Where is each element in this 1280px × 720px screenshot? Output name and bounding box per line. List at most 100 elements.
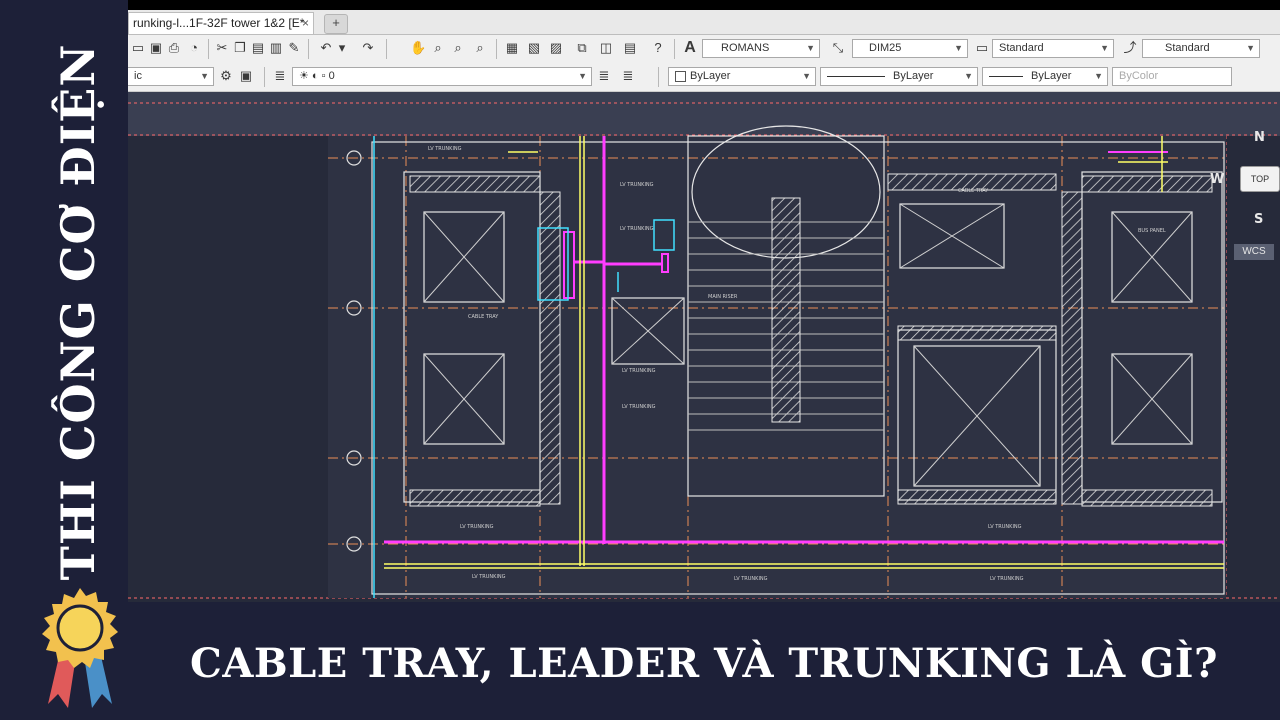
design-center-icon[interactable]: ▧ bbox=[526, 40, 542, 56]
ucs-menu-button[interactable]: WCS bbox=[1234, 244, 1274, 260]
channel-title: THI CÔNG CƠ ĐIỆN bbox=[51, 43, 105, 581]
toolbar-separator bbox=[658, 67, 659, 87]
plot-style-value: ByColor bbox=[1119, 70, 1159, 82]
print-icon[interactable]: ⎙ bbox=[166, 40, 182, 56]
standard-toolbar: ▭ ▣ ⎙ ◔ ✂ ❐ ▤ ▥ ✎ ↶ ▾ ↷ ✋ ⌕ ⌕ ⌕ ▦ ▧ ▨ ⧉ … bbox=[128, 35, 1280, 64]
svg-text:MAIN RISER: MAIN RISER bbox=[708, 294, 738, 300]
layer-select[interactable]: ☀ ◐ ▫ 0 ▼ bbox=[292, 67, 592, 86]
chevron-down-icon: ▼ bbox=[802, 71, 811, 81]
chevron-down-icon: ▼ bbox=[1100, 43, 1109, 53]
svg-text:LV TRUNKING: LV TRUNKING bbox=[990, 576, 1024, 582]
help-icon[interactable]: ? bbox=[650, 40, 666, 56]
markup-icon[interactable]: ◫ bbox=[598, 40, 614, 56]
lineweight-value: ByLayer bbox=[1031, 70, 1072, 82]
table-style-icon[interactable]: ▭ bbox=[974, 40, 990, 56]
undo-icon[interactable]: ↶ bbox=[318, 40, 334, 56]
chevron-down-icon: ▼ bbox=[954, 43, 963, 53]
toolbar-separator bbox=[386, 39, 387, 59]
dimension-style-select[interactable]: DIM25 ▼ bbox=[852, 39, 968, 58]
pan-icon[interactable]: ✋ bbox=[410, 40, 426, 56]
make-current-layer-icon[interactable]: ≣ bbox=[596, 68, 612, 84]
color-value: ByLayer bbox=[690, 70, 731, 82]
linetype-value: ByLayer bbox=[893, 70, 934, 82]
workspace-settings-icon[interactable]: ⚙ bbox=[218, 68, 234, 84]
viewcube-top-face[interactable]: TOP bbox=[1240, 166, 1280, 192]
svg-text:LV TRUNKING: LV TRUNKING bbox=[622, 404, 656, 410]
multileader-style-value: Standard bbox=[1165, 42, 1210, 54]
svg-text:BUS PANEL: BUS PANEL bbox=[1138, 228, 1166, 234]
calculator-icon[interactable]: ▤ bbox=[622, 40, 638, 56]
zoom-previous-icon[interactable]: ⌕ bbox=[472, 40, 488, 56]
layer-previous-icon[interactable]: ≣ bbox=[620, 68, 636, 84]
dimension-style-value: DIM25 bbox=[869, 42, 902, 54]
tool-palettes-icon[interactable]: ▨ bbox=[548, 40, 564, 56]
cad-window: runking-l...1F-32F tower 1&2 [E* × + ▭ ▣… bbox=[128, 0, 1280, 602]
plot-preview-icon[interactable]: ◔ bbox=[186, 40, 202, 56]
properties-icon[interactable]: ▦ bbox=[504, 40, 520, 56]
layer-state-icons: ☀ ◐ ▫ bbox=[299, 70, 329, 82]
svg-text:CABLE TRAY: CABLE TRAY bbox=[958, 188, 989, 194]
paste-special-icon[interactable]: ▥ bbox=[268, 40, 284, 56]
viewcube-west[interactable]: W bbox=[1210, 172, 1224, 187]
save-icon[interactable]: ▣ bbox=[148, 40, 164, 56]
workspace-select[interactable]: ic ▼ bbox=[128, 67, 214, 86]
dimension-style-icon[interactable]: ⤡ bbox=[830, 40, 846, 56]
table-style-select[interactable]: Standard ▼ bbox=[992, 39, 1114, 58]
chevron-down-icon: ▼ bbox=[1246, 43, 1255, 53]
open-icon[interactable]: ▭ bbox=[130, 40, 146, 56]
text-style-select[interactable]: ROMANS ▼ bbox=[702, 39, 820, 58]
color-swatch bbox=[675, 70, 686, 82]
table-style-value: Standard bbox=[999, 42, 1044, 54]
text-style-value: ROMANS bbox=[721, 42, 770, 54]
close-icon[interactable]: × bbox=[302, 13, 309, 33]
zoom-realtime-icon[interactable]: ⌕ bbox=[430, 40, 446, 56]
linetype-select[interactable]: ByLayer ▼ bbox=[820, 67, 978, 86]
floor-plan-drawing: LV TRUNKING LV TRUNKING LV TRUNKING LV TRU… bbox=[128, 92, 1280, 599]
layer-value: 0 bbox=[328, 70, 335, 82]
toolbar-separator bbox=[308, 39, 309, 59]
chevron-down-icon: ▼ bbox=[806, 43, 815, 53]
text-style-icon[interactable]: A bbox=[682, 40, 698, 56]
layer-properties-icon[interactable]: ≣ bbox=[272, 68, 288, 84]
chevron-down-icon: ▼ bbox=[1094, 71, 1103, 81]
video-caption: CABLE TRAY, LEADER VÀ TRUNKING LÀ GÌ? bbox=[190, 640, 1218, 687]
multileader-style-select[interactable]: Standard ▼ bbox=[1142, 39, 1260, 58]
undo-dropdown-icon[interactable]: ▾ bbox=[334, 40, 350, 56]
svg-text:CABLE TRAY: CABLE TRAY bbox=[468, 314, 499, 320]
toolbar-separator bbox=[208, 39, 209, 59]
sidebar: THI CÔNG CƠ ĐIỆN bbox=[0, 0, 128, 720]
paste-icon[interactable]: ▤ bbox=[250, 40, 266, 56]
chevron-down-icon: ▼ bbox=[578, 71, 587, 81]
new-tab-button[interactable]: + bbox=[324, 14, 348, 34]
file-tab-title: runking-l...1F-32F tower 1&2 [E* bbox=[133, 16, 305, 30]
svg-text:LV TRUNKING: LV TRUNKING bbox=[622, 368, 656, 374]
viewcube-south[interactable]: S bbox=[1254, 212, 1263, 227]
chevron-down-icon: ▼ bbox=[964, 71, 973, 81]
zoom-window-icon[interactable]: ⌕ bbox=[450, 40, 466, 56]
svg-text:LV TRUNKING: LV TRUNKING bbox=[428, 146, 462, 152]
drawing-canvas[interactable]: LV TRUNKING LV TRUNKING LV TRUNKING LV TRU… bbox=[128, 92, 1280, 602]
file-tab[interactable]: runking-l...1F-32F tower 1&2 [E* × bbox=[128, 12, 314, 34]
cut-icon[interactable]: ✂ bbox=[214, 40, 230, 56]
match-properties-icon[interactable]: ✎ bbox=[286, 40, 302, 56]
toolbar-separator bbox=[496, 39, 497, 59]
svg-text:LV TRUNKING: LV TRUNKING bbox=[620, 182, 654, 188]
workspace-save-icon[interactable]: ▣ bbox=[238, 68, 254, 84]
window-top-band bbox=[128, 0, 1280, 10]
color-select[interactable]: ByLayer ▼ bbox=[668, 67, 816, 86]
multileader-style-icon[interactable]: ⤴ bbox=[1122, 40, 1138, 56]
svg-text:LV TRUNKING: LV TRUNKING bbox=[988, 524, 1022, 530]
viewcube-north[interactable]: N bbox=[1254, 130, 1265, 145]
award-ribbon-icon bbox=[42, 588, 118, 708]
copy-icon[interactable]: ❐ bbox=[232, 40, 248, 56]
svg-text:LV TRUNKING: LV TRUNKING bbox=[472, 574, 506, 580]
sheet-set-icon[interactable]: ⧉ bbox=[574, 40, 590, 56]
workspace-value: ic bbox=[134, 70, 142, 82]
plot-style-select[interactable]: ByColor bbox=[1112, 67, 1232, 86]
linetype-swatch bbox=[827, 75, 885, 77]
redo-icon[interactable]: ↷ bbox=[360, 40, 376, 56]
file-tab-bar: runking-l...1F-32F tower 1&2 [E* × + bbox=[128, 10, 1280, 35]
svg-text:LV TRUNKING: LV TRUNKING bbox=[460, 524, 494, 530]
lineweight-select[interactable]: ByLayer ▼ bbox=[982, 67, 1108, 86]
svg-text:LV TRUNKING: LV TRUNKING bbox=[734, 576, 768, 582]
